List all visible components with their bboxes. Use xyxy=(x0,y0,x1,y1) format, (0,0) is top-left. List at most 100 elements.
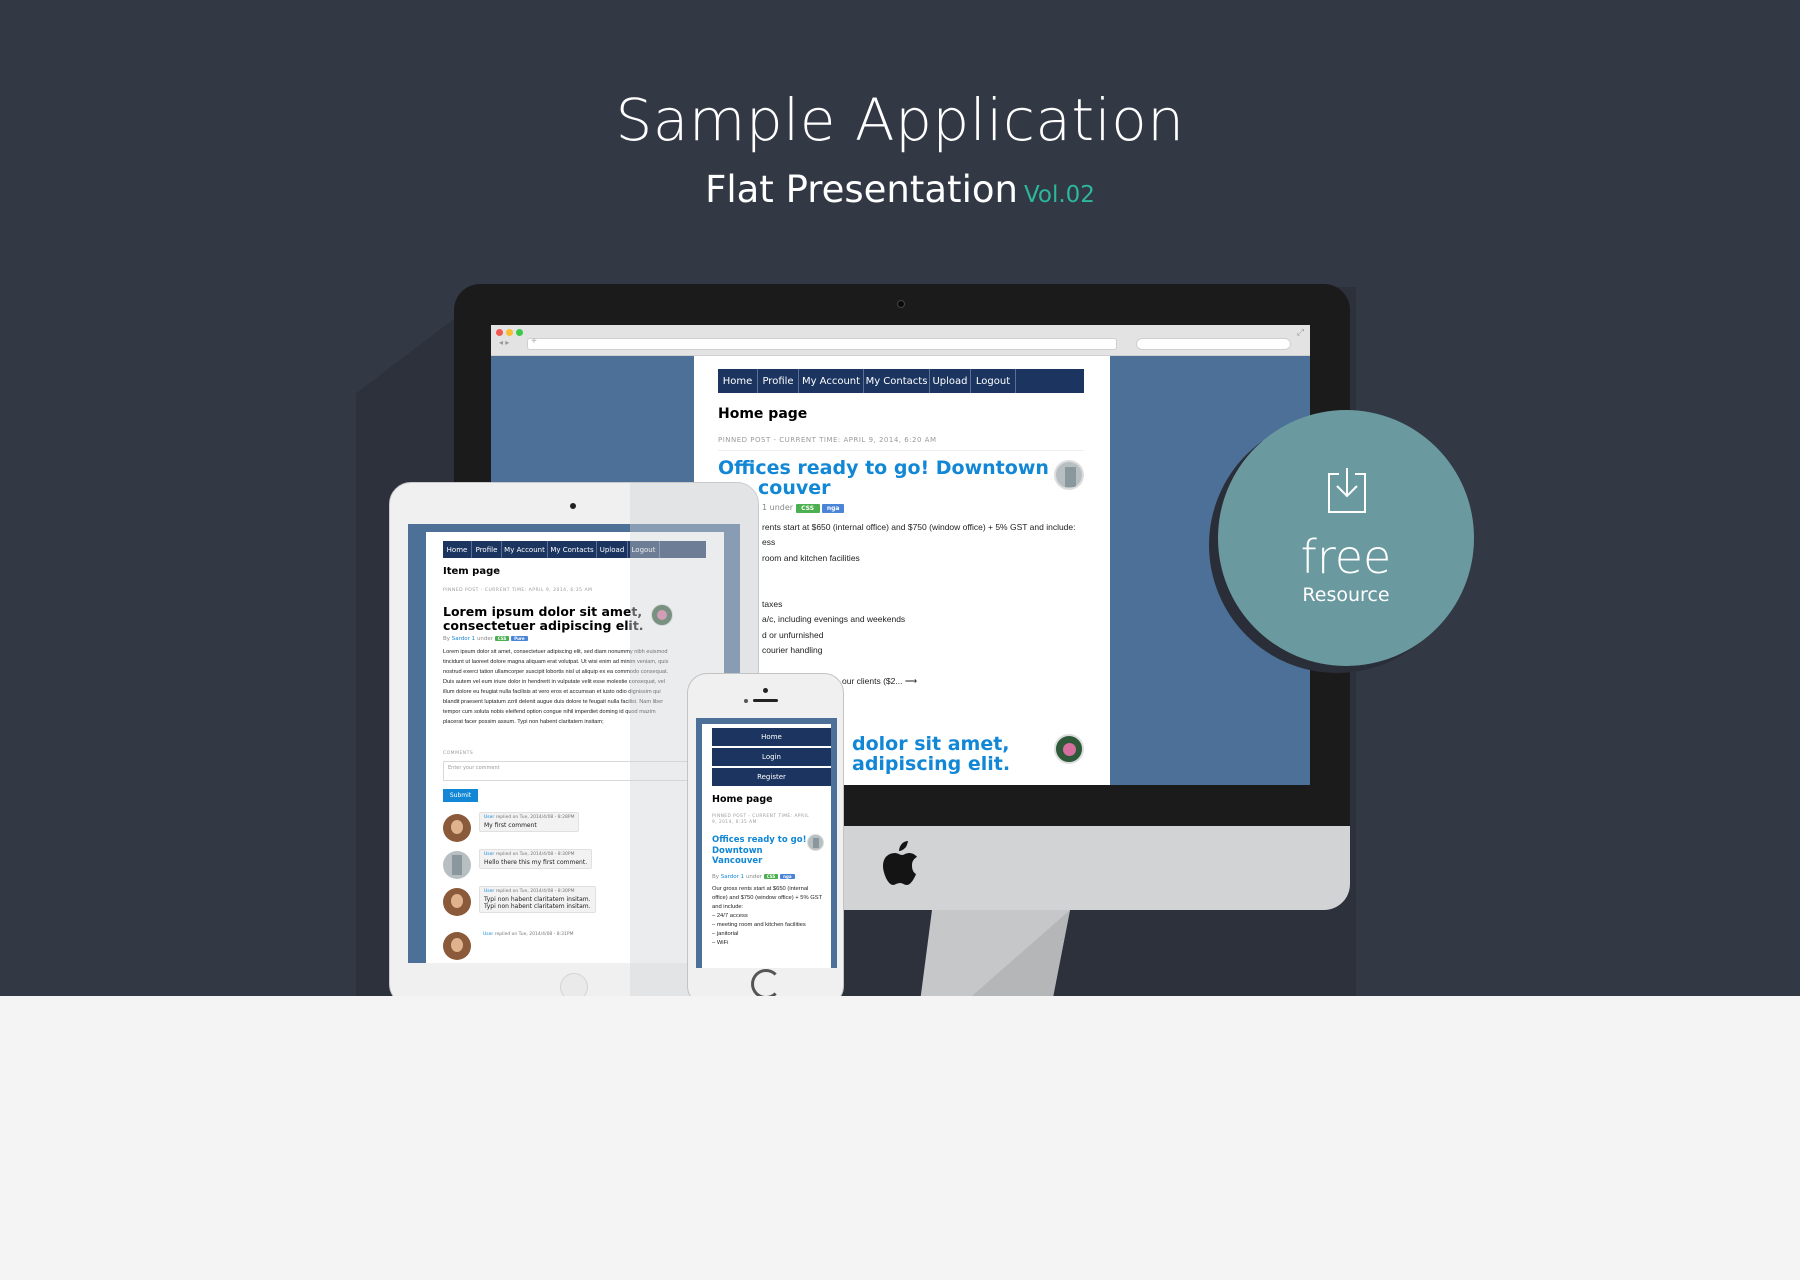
comment-user[interactable]: User xyxy=(484,852,494,857)
byline-author[interactable]: Sardor 1 xyxy=(452,636,475,642)
comment-bubble: User replied on Tue, 2014/4/08 - 8:30PM T… xyxy=(479,886,596,913)
avatar xyxy=(443,814,471,842)
comment-placeholder: Enter your comment xyxy=(448,765,500,771)
comment-text: Typi non habent claritatem insitam. xyxy=(484,903,591,910)
post-title[interactable]: Offices ready to go! Downtown Vancouver xyxy=(712,835,806,867)
post-title-line1[interactable]: Offices ready to go! Downtown xyxy=(718,458,1049,479)
body-line: d or unfurnished xyxy=(762,630,824,640)
new-tab-icon[interactable]: + xyxy=(531,336,537,347)
comments-label: COMMENTS xyxy=(443,751,474,756)
zoom-dot-icon[interactable] xyxy=(516,329,523,336)
body-line: courier handling xyxy=(762,645,823,655)
nav-my-contacts[interactable]: My Contacts xyxy=(864,369,930,393)
body-line: placerat facer possim assum. Typi non ha… xyxy=(443,719,604,725)
free-resource-badge[interactable]: free Resource xyxy=(1218,410,1474,666)
ipad-camera xyxy=(570,503,576,509)
nav-upload[interactable]: Upload xyxy=(597,541,628,558)
imac-camera xyxy=(897,300,905,308)
page-title: Home page xyxy=(718,406,808,422)
comment-bubble: User replied on Tue, 2014/4/08 - 8:31PM xyxy=(479,930,577,941)
comment-time: replied on Tue, 2014/4/08 - 8:30PM xyxy=(495,852,575,857)
post-title-line2[interactable]: couver xyxy=(718,478,1049,499)
desktop-nav: Home Profile My Account My Contacts Uplo… xyxy=(718,369,1084,393)
tag-nga[interactable]: nga xyxy=(822,504,845,513)
tag-css[interactable]: CSS xyxy=(763,874,779,879)
read-more-line[interactable]: our clients ($2... ⟶ xyxy=(842,676,917,687)
avatar xyxy=(443,851,471,879)
body-line: taxes xyxy=(762,599,783,609)
fullscreen-icon[interactable]: ⤢ xyxy=(1297,327,1304,338)
post-title-line1[interactable]: Offices ready to go! xyxy=(712,835,806,846)
flower-avatar xyxy=(1054,734,1084,764)
nav-home[interactable]: Home xyxy=(718,369,758,393)
post-byline: 1 under CSS nga xyxy=(762,503,845,513)
body-line: – 24/7 access xyxy=(712,913,748,919)
comment-time: replied on Tue, 2014/4/08 - 8:31PM xyxy=(494,932,574,937)
body-line: and include: xyxy=(712,904,744,910)
byline-author[interactable]: Sardor 1 xyxy=(721,874,744,880)
nav-profile[interactable]: Profile xyxy=(758,369,799,393)
post-title-line2[interactable]: Downtown xyxy=(712,846,806,857)
post-title-line1[interactable]: Lorem ipsum dolor sit amet, xyxy=(443,605,644,619)
close-dot-icon[interactable] xyxy=(496,329,503,336)
comment-text: My first comment xyxy=(484,822,537,829)
minimize-dot-icon[interactable] xyxy=(506,329,513,336)
post-meta: PINNED POST - CURRENT TIME: APRIL 9, 201… xyxy=(712,814,809,826)
apple-logo-icon xyxy=(883,841,917,885)
hero-subtitle-text: Flat Presentation xyxy=(705,168,1018,211)
nav-profile[interactable]: Profile xyxy=(472,541,502,558)
address-bar[interactable] xyxy=(527,338,1117,350)
hero-title: Sample Application xyxy=(615,86,1185,154)
second-post-title-line2[interactable]: adipiscing elit. xyxy=(852,754,1010,775)
body-line: illum dolore eu feugiat nulla facilisis … xyxy=(443,689,661,695)
byline-suffix: under xyxy=(745,874,763,880)
body-line: rents start at $650 (internal office) an… xyxy=(762,522,1076,532)
showcase-stage: Sample Application Flat Presentation Vol.… xyxy=(0,0,1800,996)
body-line: – meeting room and kitchen facilities xyxy=(712,922,806,928)
second-post-title[interactable]: dolor sit amet, adipiscing elit. xyxy=(852,734,1010,775)
nav-logout[interactable]: Logout xyxy=(971,369,1016,393)
comment-time: replied on Tue, 2014/4/08 - 8:30PM xyxy=(495,889,575,894)
post-title[interactable]: Lorem ipsum dolor sit amet, consectetuer… xyxy=(443,605,644,633)
download-icon xyxy=(1328,468,1366,513)
nav-my-account[interactable]: My Account xyxy=(502,541,548,558)
comment-text: Hello there this my first comment. xyxy=(484,859,588,866)
building-icon xyxy=(452,855,462,875)
post-title-line2[interactable]: consectetuer adipiscing elit. xyxy=(443,618,644,633)
comment-text: Typi non habent claritatem insitam. xyxy=(484,896,591,903)
nav-my-contacts[interactable]: My Contacts xyxy=(548,541,597,558)
tag-css[interactable]: CSS xyxy=(494,636,510,641)
body-line: tempor cum soluta nobis eleifend option … xyxy=(443,709,656,715)
nav-register[interactable]: Register xyxy=(712,768,831,786)
post-title[interactable]: Offices ready to go! Downtown couver xyxy=(718,458,1049,499)
comment-bubble: User replied on Tue, 2014/4/08 - 8:28PM M… xyxy=(479,812,580,832)
body-line: Our gross rents start at $650 (internal xyxy=(712,886,809,892)
comment-user[interactable]: User xyxy=(483,932,493,937)
avatar-face xyxy=(451,894,463,908)
comment-bubble: User replied on Tue, 2014/4/08 - 8:30PM H… xyxy=(479,849,593,869)
avatar xyxy=(443,888,471,916)
tag-css[interactable]: CSS xyxy=(795,504,820,513)
comment-user[interactable]: User xyxy=(484,889,494,894)
nav-login[interactable]: Login xyxy=(712,748,831,766)
iphone-camera xyxy=(763,688,768,693)
submit-button[interactable]: Submit xyxy=(443,789,478,802)
back-forward-icon[interactable]: ◂ ▸ xyxy=(499,338,509,347)
nav-my-account[interactable]: My Account xyxy=(799,369,864,393)
nav-home[interactable]: Home xyxy=(443,541,472,558)
building-icon xyxy=(813,838,819,848)
comment-time: replied on Tue, 2014/4/08 - 8:28PM xyxy=(495,815,575,820)
comment-user[interactable]: User xyxy=(484,815,494,820)
nav-upload[interactable]: Upload xyxy=(930,369,971,393)
iphone-sensor xyxy=(744,699,748,703)
byline-text: 1 under xyxy=(762,503,794,512)
post-byline: By Sardor 1 under CSS nga xyxy=(712,874,795,880)
post-title-line3[interactable]: Vancouver xyxy=(712,856,806,867)
ipad-home-button[interactable] xyxy=(560,973,588,996)
second-post-title-line1[interactable]: dolor sit amet, xyxy=(852,734,1010,755)
tag-nga[interactable]: nga xyxy=(780,874,795,879)
browser-toolbar: ◂ ▸ + ⤢ xyxy=(491,325,1310,356)
nav-home[interactable]: Home xyxy=(712,728,831,746)
browser-search-input[interactable] xyxy=(1136,338,1291,350)
tag-pure[interactable]: Pure xyxy=(511,636,528,641)
